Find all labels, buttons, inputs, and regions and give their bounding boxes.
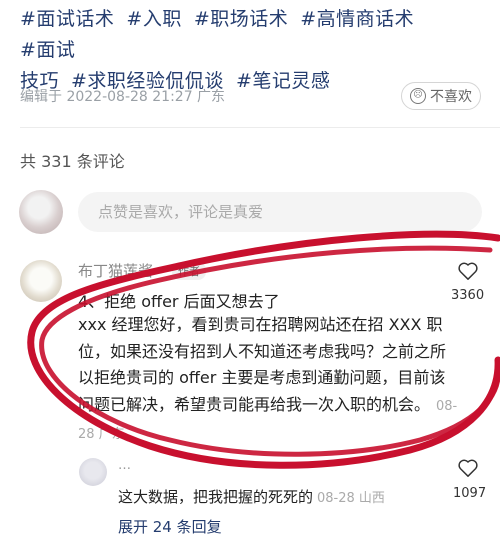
heart-icon (458, 459, 478, 477)
comment-count: 共 331 条评论 (20, 152, 125, 171)
comment-like-button[interactable] (457, 261, 479, 285)
reply-date: 08-28 山西 (317, 491, 385, 506)
edit-meta: 编辑于 2022-08-28 21:27 广东 (20, 89, 226, 105)
divider (20, 127, 500, 128)
comment-text: xxx 经理您好，看到贵司在招聘网站还在招 XXX 职位，如果还没有招到人不知道… (78, 315, 447, 414)
reply-body: 这大数据，把我把握的死死的 08-28 山西 (118, 486, 385, 507)
my-avatar (19, 190, 63, 234)
sad-face-icon: ☹ (410, 88, 426, 104)
author-badge: 作者 (172, 262, 206, 280)
expand-replies-link[interactable]: 展开 24 条回复 (118, 516, 222, 537)
comment-like-count: 3360 (451, 288, 485, 303)
comment-input[interactable]: 点赞是喜欢，评论是真爱 (78, 192, 482, 232)
reply-like-count: 1097 (453, 486, 487, 501)
tag[interactable]: #高情商话术 (300, 8, 414, 30)
comment-body: xxx 经理您好，看到贵司在招聘网站还在招 XXX 职位，如果还没有招到人不知道… (78, 312, 458, 449)
tag[interactable]: #面试话术 (20, 8, 114, 30)
heart-icon (458, 262, 478, 280)
comment-author-name[interactable]: 布丁猫莲酱 (78, 260, 153, 281)
tag[interactable]: #职场话术 (194, 8, 288, 30)
tag[interactable]: #面试 (20, 39, 75, 61)
dislike-button[interactable]: ☹ 不喜欢 (401, 82, 481, 110)
reply-like-button[interactable] (457, 458, 479, 482)
dislike-label: 不喜欢 (430, 89, 472, 105)
reply-avatar[interactable] (79, 458, 107, 486)
comment-avatar[interactable] (20, 260, 62, 302)
comment-title: 4、拒绝 offer 后面又想去了 (78, 292, 280, 311)
reply-author-name[interactable]: … (118, 458, 131, 473)
reply-text: 这大数据，把我把握的死死的 (118, 488, 314, 506)
tag[interactable]: #入职 (126, 8, 181, 30)
tag[interactable]: #笔记灵感 (236, 70, 330, 92)
